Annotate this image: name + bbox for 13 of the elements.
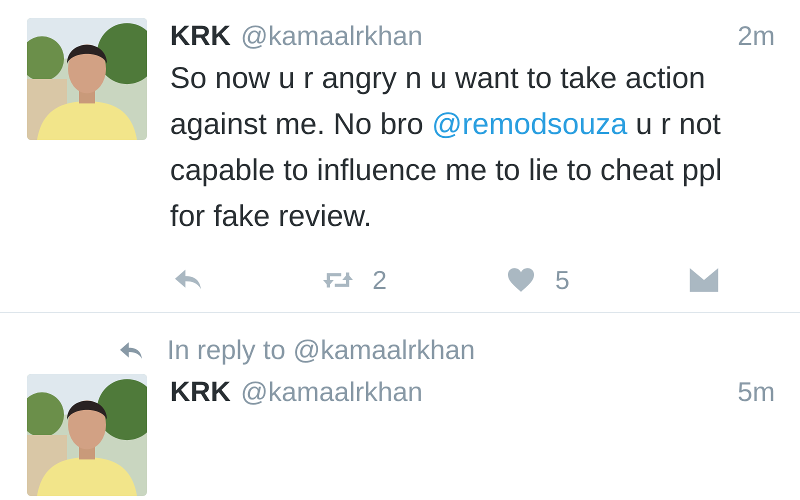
tweet-time: 5m	[737, 377, 775, 408]
like-count: 5	[555, 264, 570, 296]
reply-icon	[117, 340, 145, 362]
mention-link[interactable]: @remodsouza	[432, 108, 628, 141]
tweet-time: 2m	[737, 21, 775, 52]
envelope-icon[interactable]	[688, 267, 720, 293]
author-handle: @kamaalrkhan	[240, 377, 423, 408]
author-name: KRK	[170, 376, 231, 408]
author-handle: @kamaalrkhan	[240, 21, 423, 52]
reply-context: In reply to @kamaalrkhan	[167, 335, 476, 366]
author-name: KRK	[170, 20, 231, 52]
tweet-text: So now u r angry n u want to take action against me. No bro @remodsouza u r not capable to influence me to lie to cheat ppl for fake review.	[170, 61, 724, 235]
retweet-count: 2	[372, 264, 387, 296]
